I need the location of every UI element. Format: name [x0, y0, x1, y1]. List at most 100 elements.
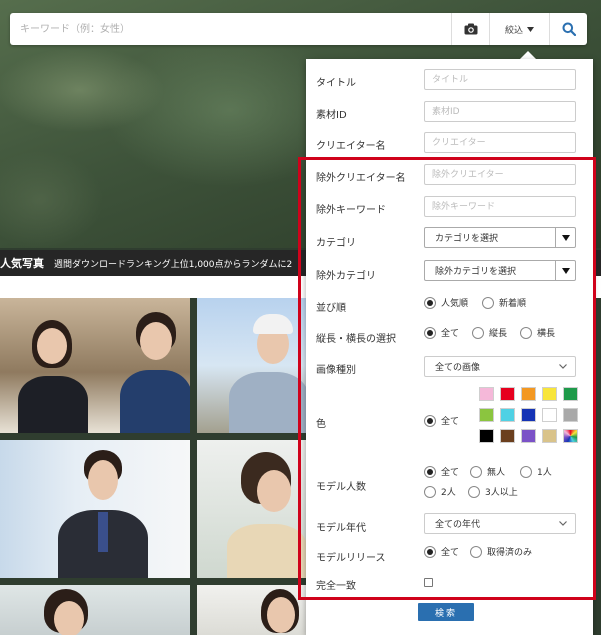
search-input[interactable] — [10, 13, 451, 45]
photo-figure — [140, 322, 172, 360]
radio-indicator — [470, 465, 482, 478]
search-button[interactable] — [549, 13, 587, 45]
exclude-keyword-input[interactable] — [424, 196, 576, 217]
radio-indicator — [482, 296, 494, 309]
search-icon — [562, 22, 576, 36]
radio-indicator — [424, 326, 436, 339]
exclude-category-select-value: 除外カテゴリを選択 — [435, 267, 517, 277]
exact-match-label: 完全一致 — [316, 581, 356, 592]
orientation-option-all[interactable]: 全て — [424, 326, 459, 339]
color-swatch[interactable] — [542, 387, 557, 401]
advanced-filter-panel: タイトル 素材ID クリエイター名 除外クリエイター名 除外キーワード カテゴリ… — [306, 59, 593, 635]
exclude-category-select[interactable]: 除外カテゴリを選択 — [424, 260, 576, 281]
category-select-value: カテゴリを選択 — [435, 234, 499, 244]
sort-option-label: 新着順 — [499, 299, 527, 309]
radio-indicator — [468, 485, 480, 498]
color-swatch[interactable] — [500, 429, 515, 443]
model-count-option-one[interactable]: 1人 — [520, 465, 552, 478]
photo-thumbnail[interactable] — [197, 298, 307, 433]
sort-option-newest[interactable]: 新着順 — [482, 296, 526, 309]
photo-thumbnail[interactable] — [197, 440, 307, 578]
sort-option-label: 人気順 — [441, 299, 469, 309]
radio-indicator — [470, 545, 482, 558]
model-count-option-label: 全て — [441, 468, 460, 478]
photo-figure — [257, 470, 291, 512]
model-count-option-none[interactable]: 無人 — [470, 465, 505, 478]
image-type-label: 画像種別 — [316, 365, 356, 376]
submit-search-button[interactable]: 検索 — [418, 603, 474, 621]
camera-icon — [464, 23, 477, 35]
orientation-option-landscape[interactable]: 横長 — [520, 326, 555, 339]
photo-figure — [88, 460, 118, 500]
model-release-option-label: 全て — [441, 548, 460, 558]
color-swatch[interactable] — [563, 387, 578, 401]
photo-figure — [18, 376, 88, 433]
color-swatch[interactable] — [521, 387, 536, 401]
color-swatch[interactable] — [500, 408, 515, 422]
model-count-option-label: 1人 — [537, 468, 552, 478]
model-age-label: モデル年代 — [316, 523, 366, 534]
color-swatch[interactable] — [542, 408, 557, 422]
model-count-option-all[interactable]: 全て — [424, 465, 459, 478]
model-age-select[interactable]: 全ての年代 — [424, 513, 576, 534]
category-select[interactable]: カテゴリを選択 — [424, 227, 576, 248]
orientation-option-portrait[interactable]: 縦長 — [472, 326, 507, 339]
filter-toggle-button[interactable]: 絞込 — [489, 13, 549, 45]
color-swatch[interactable] — [563, 429, 578, 443]
photo-figure — [253, 314, 293, 334]
photo-thumbnail[interactable] — [0, 298, 190, 433]
color-swatch[interactable] — [521, 408, 536, 422]
model-age-select-value: 全ての年代 — [435, 520, 481, 530]
model-count-option-two[interactable]: 2人 — [424, 485, 456, 498]
photo-figure — [267, 597, 295, 633]
model-count-option-three-plus[interactable]: 3人以上 — [468, 485, 518, 498]
photo-thumbnail[interactable] — [197, 585, 307, 635]
radio-indicator — [424, 545, 436, 558]
exact-match-checkbox[interactable] — [424, 578, 433, 587]
color-swatch[interactable] — [479, 429, 494, 443]
model-release-option-all[interactable]: 全て — [424, 545, 459, 558]
sort-label: 並び順 — [316, 303, 346, 314]
photo-thumbnail[interactable] — [0, 440, 190, 578]
radio-indicator — [424, 414, 436, 427]
model-release-label: モデルリリース — [316, 553, 386, 564]
color-option-label: 全て — [441, 417, 460, 427]
color-swatch[interactable] — [563, 408, 578, 422]
category-label: カテゴリ — [316, 238, 356, 249]
color-swatch[interactable] — [479, 408, 494, 422]
caret-down-icon — [555, 261, 575, 280]
exclude-category-label: 除外カテゴリ — [316, 271, 376, 282]
section-subtitle: 週間ダウンロードランキング上位1,000点からランダムに2 — [54, 259, 293, 270]
orientation-label: 縦長・横長の選択 — [316, 334, 396, 345]
sort-option-popular[interactable]: 人気順 — [424, 296, 468, 309]
model-count-option-label: 無人 — [487, 468, 506, 478]
photo-thumbnail[interactable] — [0, 585, 190, 635]
image-type-select[interactable]: 全ての画像 — [424, 356, 576, 377]
orientation-option-label: 横長 — [537, 329, 556, 339]
model-release-option-acquired[interactable]: 取得済のみ — [470, 545, 532, 558]
image-type-select-value: 全ての画像 — [435, 363, 481, 373]
image-search-button[interactable] — [451, 13, 489, 45]
radio-indicator — [424, 296, 436, 309]
color-swatch[interactable] — [500, 387, 515, 401]
filter-label: 絞込 — [504, 25, 523, 36]
model-count-label: モデル人数 — [316, 482, 366, 493]
exclude-keyword-label: 除外キーワード — [316, 205, 386, 216]
radio-indicator — [520, 326, 532, 339]
color-label: 色 — [316, 419, 326, 430]
color-swatch[interactable] — [479, 387, 494, 401]
photo-figure — [98, 512, 108, 552]
material-id-input[interactable] — [424, 101, 576, 122]
panel-caret — [520, 51, 536, 59]
title-input[interactable] — [424, 69, 576, 90]
radio-indicator — [520, 465, 532, 478]
model-count-option-label: 2人 — [441, 488, 456, 498]
section-title: 人気写真 — [0, 257, 44, 270]
color-swatch[interactable] — [542, 429, 557, 443]
radio-indicator — [424, 465, 436, 478]
creator-input[interactable] — [424, 132, 576, 153]
color-swatch[interactable] — [521, 429, 536, 443]
color-option-all[interactable]: 全て — [424, 414, 459, 427]
photo-figure — [37, 328, 67, 364]
exclude-creator-input[interactable] — [424, 164, 576, 185]
